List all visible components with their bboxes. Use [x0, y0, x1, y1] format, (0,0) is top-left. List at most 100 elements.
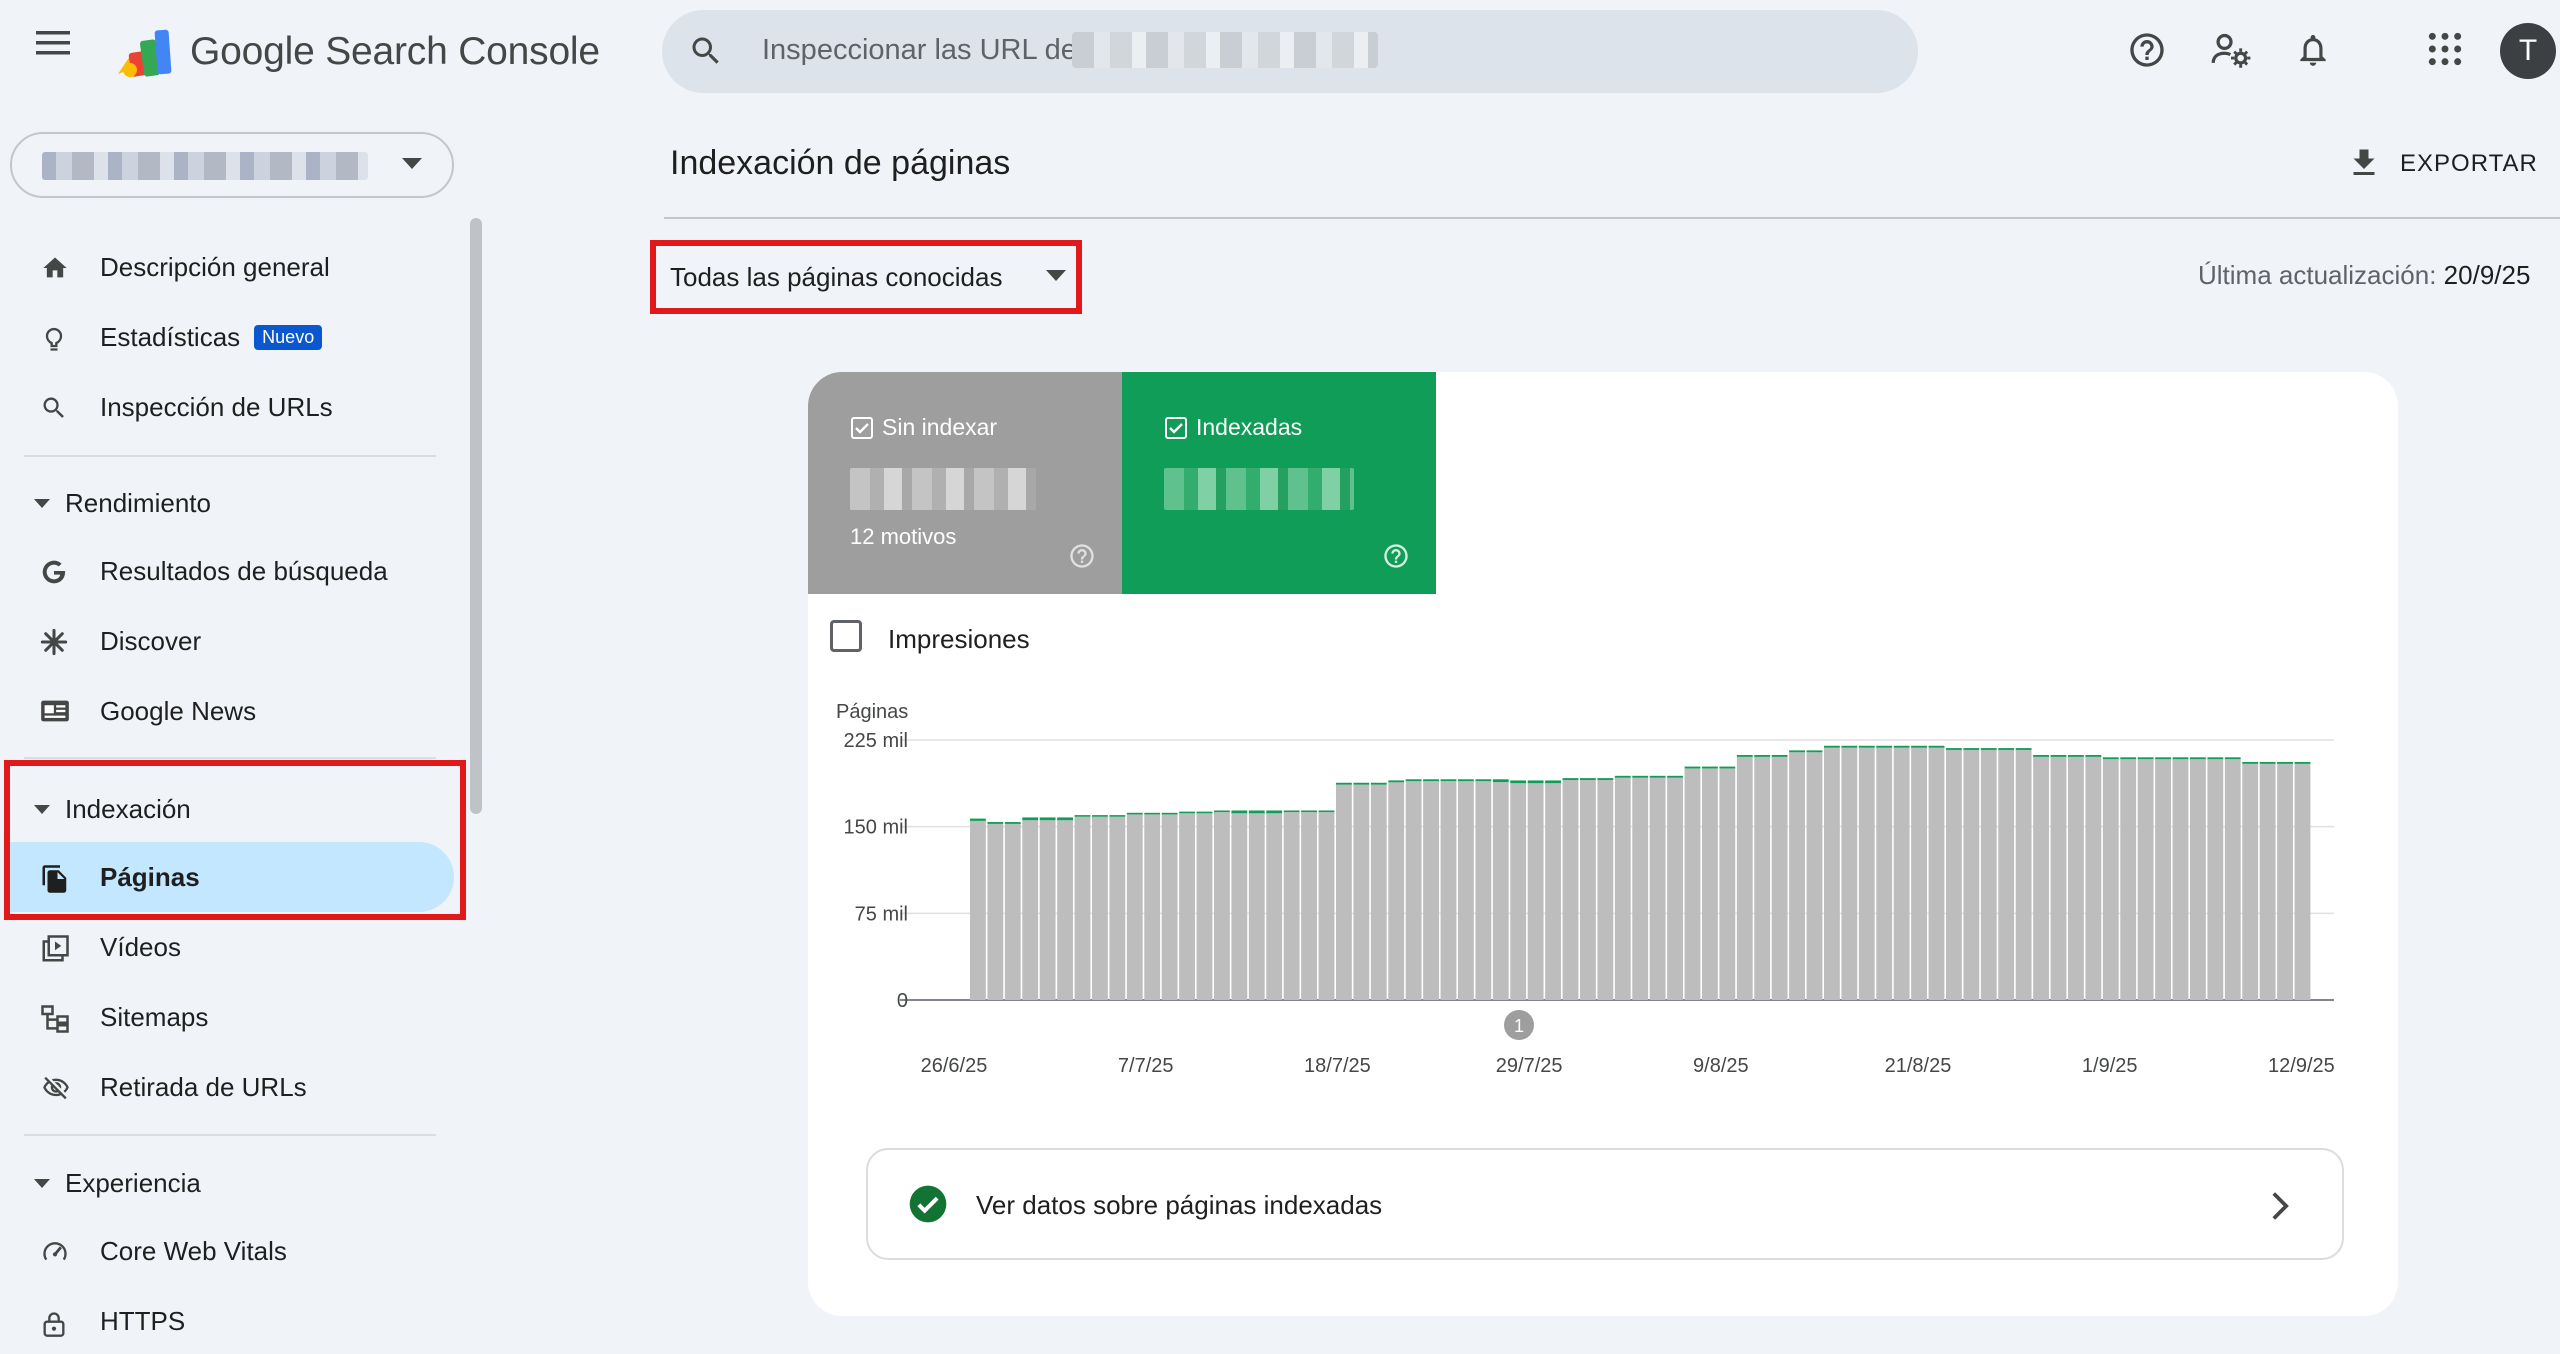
search-console-logo — [112, 24, 176, 82]
bar-not-indexed — [1597, 779, 1614, 1000]
bar-not-indexed — [1911, 747, 1927, 1000]
redacted-property-name — [42, 152, 368, 180]
bar-indexed — [1806, 750, 1823, 753]
sidebar-section-performance[interactable]: Rendimiento — [0, 474, 456, 530]
page-filter-dropdown[interactable]: Todas las páginas conocidas — [670, 262, 1002, 293]
new-badge: Nuevo — [254, 325, 323, 350]
sidebar-item-sitemaps[interactable]: Sitemaps — [0, 984, 456, 1050]
bar-not-indexed — [1876, 747, 1893, 1000]
x-tick-label: 29/7/25 — [1496, 1055, 1563, 1077]
sidebar-section-experience[interactable]: Experiencia — [0, 1154, 456, 1210]
bar-not-indexed — [1527, 783, 1544, 1000]
export-button[interactable]: EXPORTAR — [2400, 150, 2538, 178]
download-icon[interactable] — [2346, 144, 2382, 184]
sidebar-scrollbar[interactable] — [470, 218, 482, 814]
bar-not-indexed — [1057, 820, 1073, 1000]
sidebar-item-discover[interactable]: Discover — [0, 608, 456, 674]
bar-indexed — [1946, 748, 1962, 750]
bar-indexed — [1405, 779, 1422, 782]
sidebar-item-google-news[interactable]: Google News — [0, 678, 456, 744]
bar-indexed — [1248, 810, 1265, 814]
y-tick-label: 150 mil — [844, 817, 908, 839]
bar-indexed — [1632, 775, 1649, 778]
bar-not-indexed — [2137, 759, 2154, 1000]
bar-not-indexed — [1475, 781, 1492, 1000]
search-icon — [688, 33, 724, 69]
sidebar-item-search-results[interactable]: Resultados de búsqueda — [0, 538, 456, 604]
bar-indexed — [1475, 779, 1492, 782]
y-tick-label: 0 — [897, 990, 908, 1012]
bar-indexed — [1893, 745, 1910, 748]
sidebar-item-videos[interactable]: Vídeos — [0, 914, 456, 980]
bar-indexed — [2294, 761, 2311, 764]
help-icon[interactable] — [1382, 542, 1410, 575]
bar-not-indexed — [1353, 784, 1370, 1000]
bar-indexed — [1928, 745, 1945, 748]
bar-indexed — [1911, 745, 1927, 748]
bar-not-indexed — [1370, 784, 1387, 1000]
indexed-pages-link-label[interactable]: Ver datos sobre páginas indexadas — [976, 1190, 1382, 1221]
bar-indexed — [1370, 782, 1387, 785]
sidebar-item-https[interactable]: HTTPS — [0, 1288, 456, 1354]
notifications-icon[interactable] — [2294, 30, 2332, 70]
bar-indexed — [2015, 748, 2032, 750]
chevron-down-icon[interactable] — [1046, 270, 1066, 282]
sidebar-item-insights[interactable]: Estadísticas Nuevo — [0, 304, 456, 370]
menu-icon[interactable] — [36, 29, 80, 73]
bar-not-indexed — [1580, 779, 1596, 1000]
bar-indexed — [1092, 815, 1108, 817]
bar-not-indexed — [1684, 768, 1701, 1000]
search-placeholder[interactable]: Inspeccionar las URL de — [762, 34, 1077, 67]
bar-indexed — [1667, 775, 1683, 778]
bar-indexed — [1388, 780, 1405, 783]
search-icon — [40, 394, 68, 427]
bar-indexed — [2085, 755, 2102, 757]
bar-not-indexed — [1998, 749, 2015, 1000]
bar-indexed — [1789, 750, 1805, 753]
x-tick-label: 26/6/25 — [921, 1055, 988, 1077]
bar-indexed — [2137, 757, 2154, 760]
bar-indexed — [1004, 822, 1021, 824]
tile-not-indexed[interactable]: Sin indexar 12 motivos — [808, 372, 1122, 594]
sidebar-item-label: HTTPS — [100, 1306, 186, 1336]
bar-indexed — [2224, 757, 2241, 760]
bar-not-indexed — [1092, 816, 1108, 1000]
account-avatar[interactable]: T — [2500, 23, 2556, 79]
bar-indexed — [1545, 780, 1561, 784]
sidebar-item-overview[interactable]: Descripción general — [0, 234, 456, 300]
sidebar-item-url-inspection[interactable]: Inspección de URLs — [0, 374, 456, 440]
chevron-right-icon[interactable] — [2270, 1192, 2290, 1220]
manage-users-icon[interactable] — [2210, 30, 2252, 70]
bar-not-indexed — [1214, 812, 1230, 1000]
impressions-checkbox[interactable] — [830, 620, 862, 652]
bar-not-indexed — [2224, 759, 2241, 1000]
bar-indexed — [1719, 766, 1736, 769]
sidebar-item-removals[interactable]: Retirada de URLs — [0, 1054, 456, 1120]
bar-not-indexed — [2015, 749, 2032, 1000]
checkbox-checked-icon[interactable] — [850, 416, 874, 445]
checkbox-checked-icon[interactable] — [1164, 416, 1188, 445]
bar-not-indexed — [1632, 777, 1649, 1000]
bar-indexed — [1179, 811, 1195, 814]
video-icon — [40, 934, 70, 969]
lock-icon — [40, 1308, 68, 1345]
help-icon[interactable] — [2127, 30, 2167, 70]
bar-indexed — [1022, 817, 1039, 821]
sidebar-item-core-web-vitals[interactable]: Core Web Vitals — [0, 1218, 456, 1284]
tile-label: Sin indexar — [882, 414, 998, 440]
bar-not-indexed — [1667, 777, 1683, 1000]
apps-icon[interactable] — [2426, 30, 2464, 68]
bar-not-indexed — [1824, 747, 1840, 1000]
sidebar-item-label: Discover — [100, 626, 202, 656]
bar-indexed — [2033, 755, 2049, 757]
bar-not-indexed — [2277, 763, 2293, 1000]
help-icon[interactable] — [1068, 542, 1096, 575]
sidebar-item-label: Core Web Vitals — [100, 1236, 287, 1266]
bar-indexed — [2155, 757, 2171, 760]
bar-indexed — [1440, 779, 1457, 782]
bar-not-indexed — [1109, 816, 1126, 1000]
tile-indexed[interactable]: Indexadas — [1122, 372, 1436, 594]
bar-indexed — [970, 818, 986, 821]
bar-not-indexed — [1754, 756, 1771, 1000]
bar-indexed — [1353, 782, 1370, 785]
